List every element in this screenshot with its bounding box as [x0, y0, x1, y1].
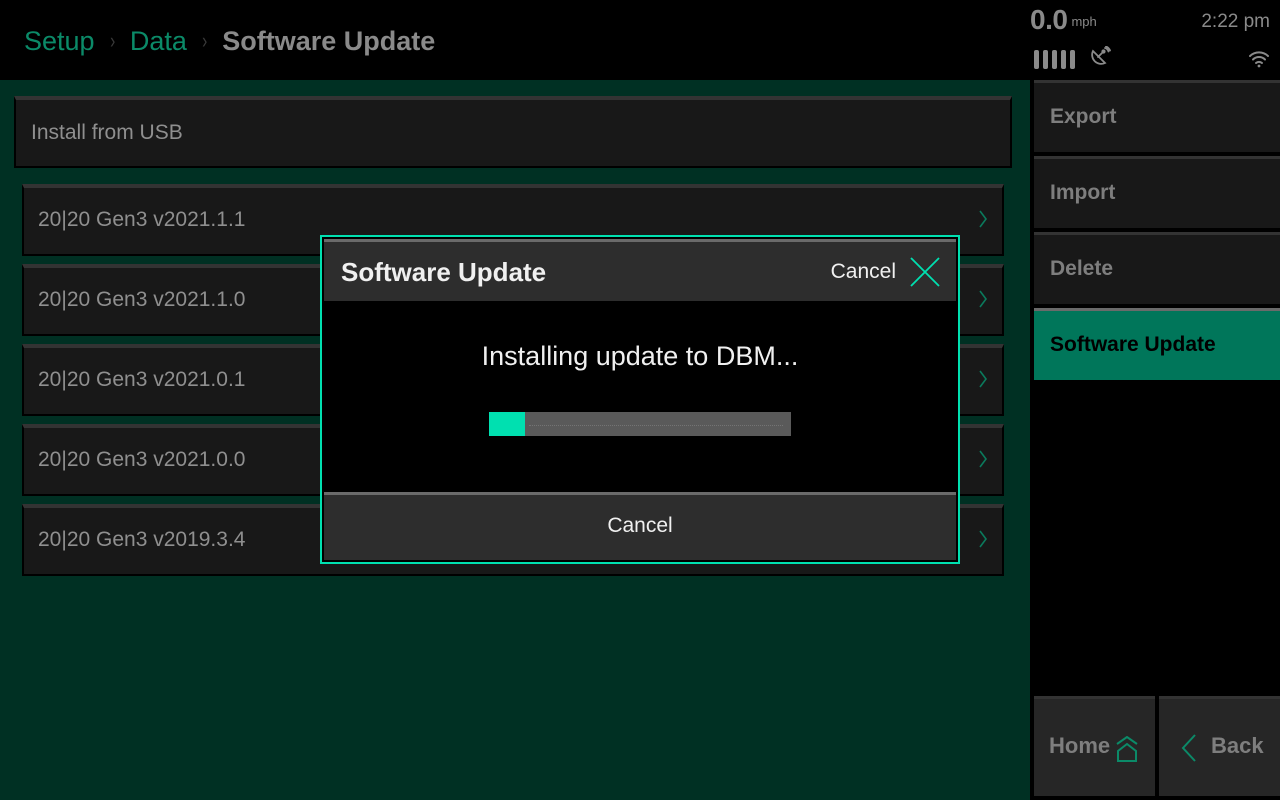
install-from-usb-label: Install from USB: [31, 121, 183, 144]
home-icon: [1116, 736, 1138, 762]
speed-readout: 0.0 mph: [1030, 4, 1097, 36]
version-label: 20|20 Gen3 v2021.1.1: [38, 208, 246, 231]
dialog-cancel-close-button[interactable]: Cancel: [831, 254, 940, 290]
sidebar-item-export[interactable]: Export: [1034, 80, 1280, 152]
chevron-left-icon: [1181, 734, 1196, 762]
version-label: 20|20 Gen3 v2021.0.0: [38, 448, 246, 471]
status-area: 0.0 mph 2:22 pm: [1030, 0, 1280, 80]
progress-fill: [489, 412, 526, 436]
install-from-usb-button[interactable]: Install from USB: [14, 96, 1012, 168]
dialog-message: Installing update to DBM...: [481, 341, 799, 371]
gps-bar: [1034, 50, 1039, 69]
chevron-right-icon: [979, 530, 987, 548]
breadcrumb-separator-icon: ›: [202, 28, 208, 53]
home-button[interactable]: Home: [1034, 696, 1155, 796]
breadcrumb-setup[interactable]: Setup: [24, 26, 95, 57]
version-label: 20|20 Gen3 v2019.3.4: [38, 528, 246, 551]
version-label: 20|20 Gen3 v2021.1.0: [38, 288, 246, 311]
sidebar-item-label: Software Update: [1050, 333, 1216, 356]
wifi-icon: [1249, 51, 1269, 68]
gps-signal-bars-icon: [1034, 50, 1075, 69]
breadcrumb-data[interactable]: Data: [130, 26, 187, 57]
dialog-cancel-button[interactable]: Cancel: [324, 492, 956, 560]
speed-unit: mph: [1071, 14, 1097, 29]
gps-bar: [1043, 50, 1048, 69]
breadcrumb: Setup › Data › Software Update: [24, 22, 435, 60]
home-label: Home: [1049, 733, 1111, 758]
gps-bar: [1070, 50, 1075, 69]
satellite-dish-icon: [1091, 46, 1111, 65]
chevron-right-icon: [979, 290, 987, 308]
clock: 2:22 pm: [1201, 11, 1270, 32]
sidebar: Export Import Delete Software Update Hom…: [1026, 80, 1280, 800]
dialog-cancel-label: Cancel: [830, 260, 896, 283]
sidebar-item-label: Delete: [1050, 257, 1114, 280]
sidebar-item-import[interactable]: Import: [1034, 156, 1280, 228]
page-title: Software Update: [222, 25, 436, 56]
close-icon: [910, 257, 940, 287]
back-label: Back: [1211, 733, 1264, 758]
chevron-right-icon: [979, 210, 987, 228]
chevron-right-icon: [979, 450, 987, 468]
progress-bar: [489, 412, 791, 436]
chevron-right-icon: [979, 370, 987, 388]
sidebar-item-label: Export: [1050, 105, 1117, 128]
gps-bar: [1052, 50, 1057, 69]
gps-bar: [1061, 50, 1066, 69]
speed-value: 0.0: [1030, 4, 1068, 35]
sidebar-item-delete[interactable]: Delete: [1034, 232, 1280, 304]
breadcrumb-separator-icon: ›: [109, 28, 115, 53]
dialog-cancel-button-label: Cancel: [607, 514, 673, 537]
version-label: 20|20 Gen3 v2021.0.1: [38, 368, 246, 391]
dialog-header: Software Update Cancel: [324, 239, 956, 301]
progress-track: [529, 425, 783, 426]
sidebar-item-software-update[interactable]: Software Update: [1034, 308, 1280, 380]
back-button[interactable]: Back: [1159, 696, 1280, 796]
software-update-dialog: Software Update Cancel Installing update…: [320, 235, 960, 564]
top-bar: Setup › Data › Software Update 0.0 mph 2…: [0, 0, 1280, 80]
sidebar-item-label: Import: [1050, 181, 1116, 204]
dialog-title: Software Update: [341, 257, 547, 287]
